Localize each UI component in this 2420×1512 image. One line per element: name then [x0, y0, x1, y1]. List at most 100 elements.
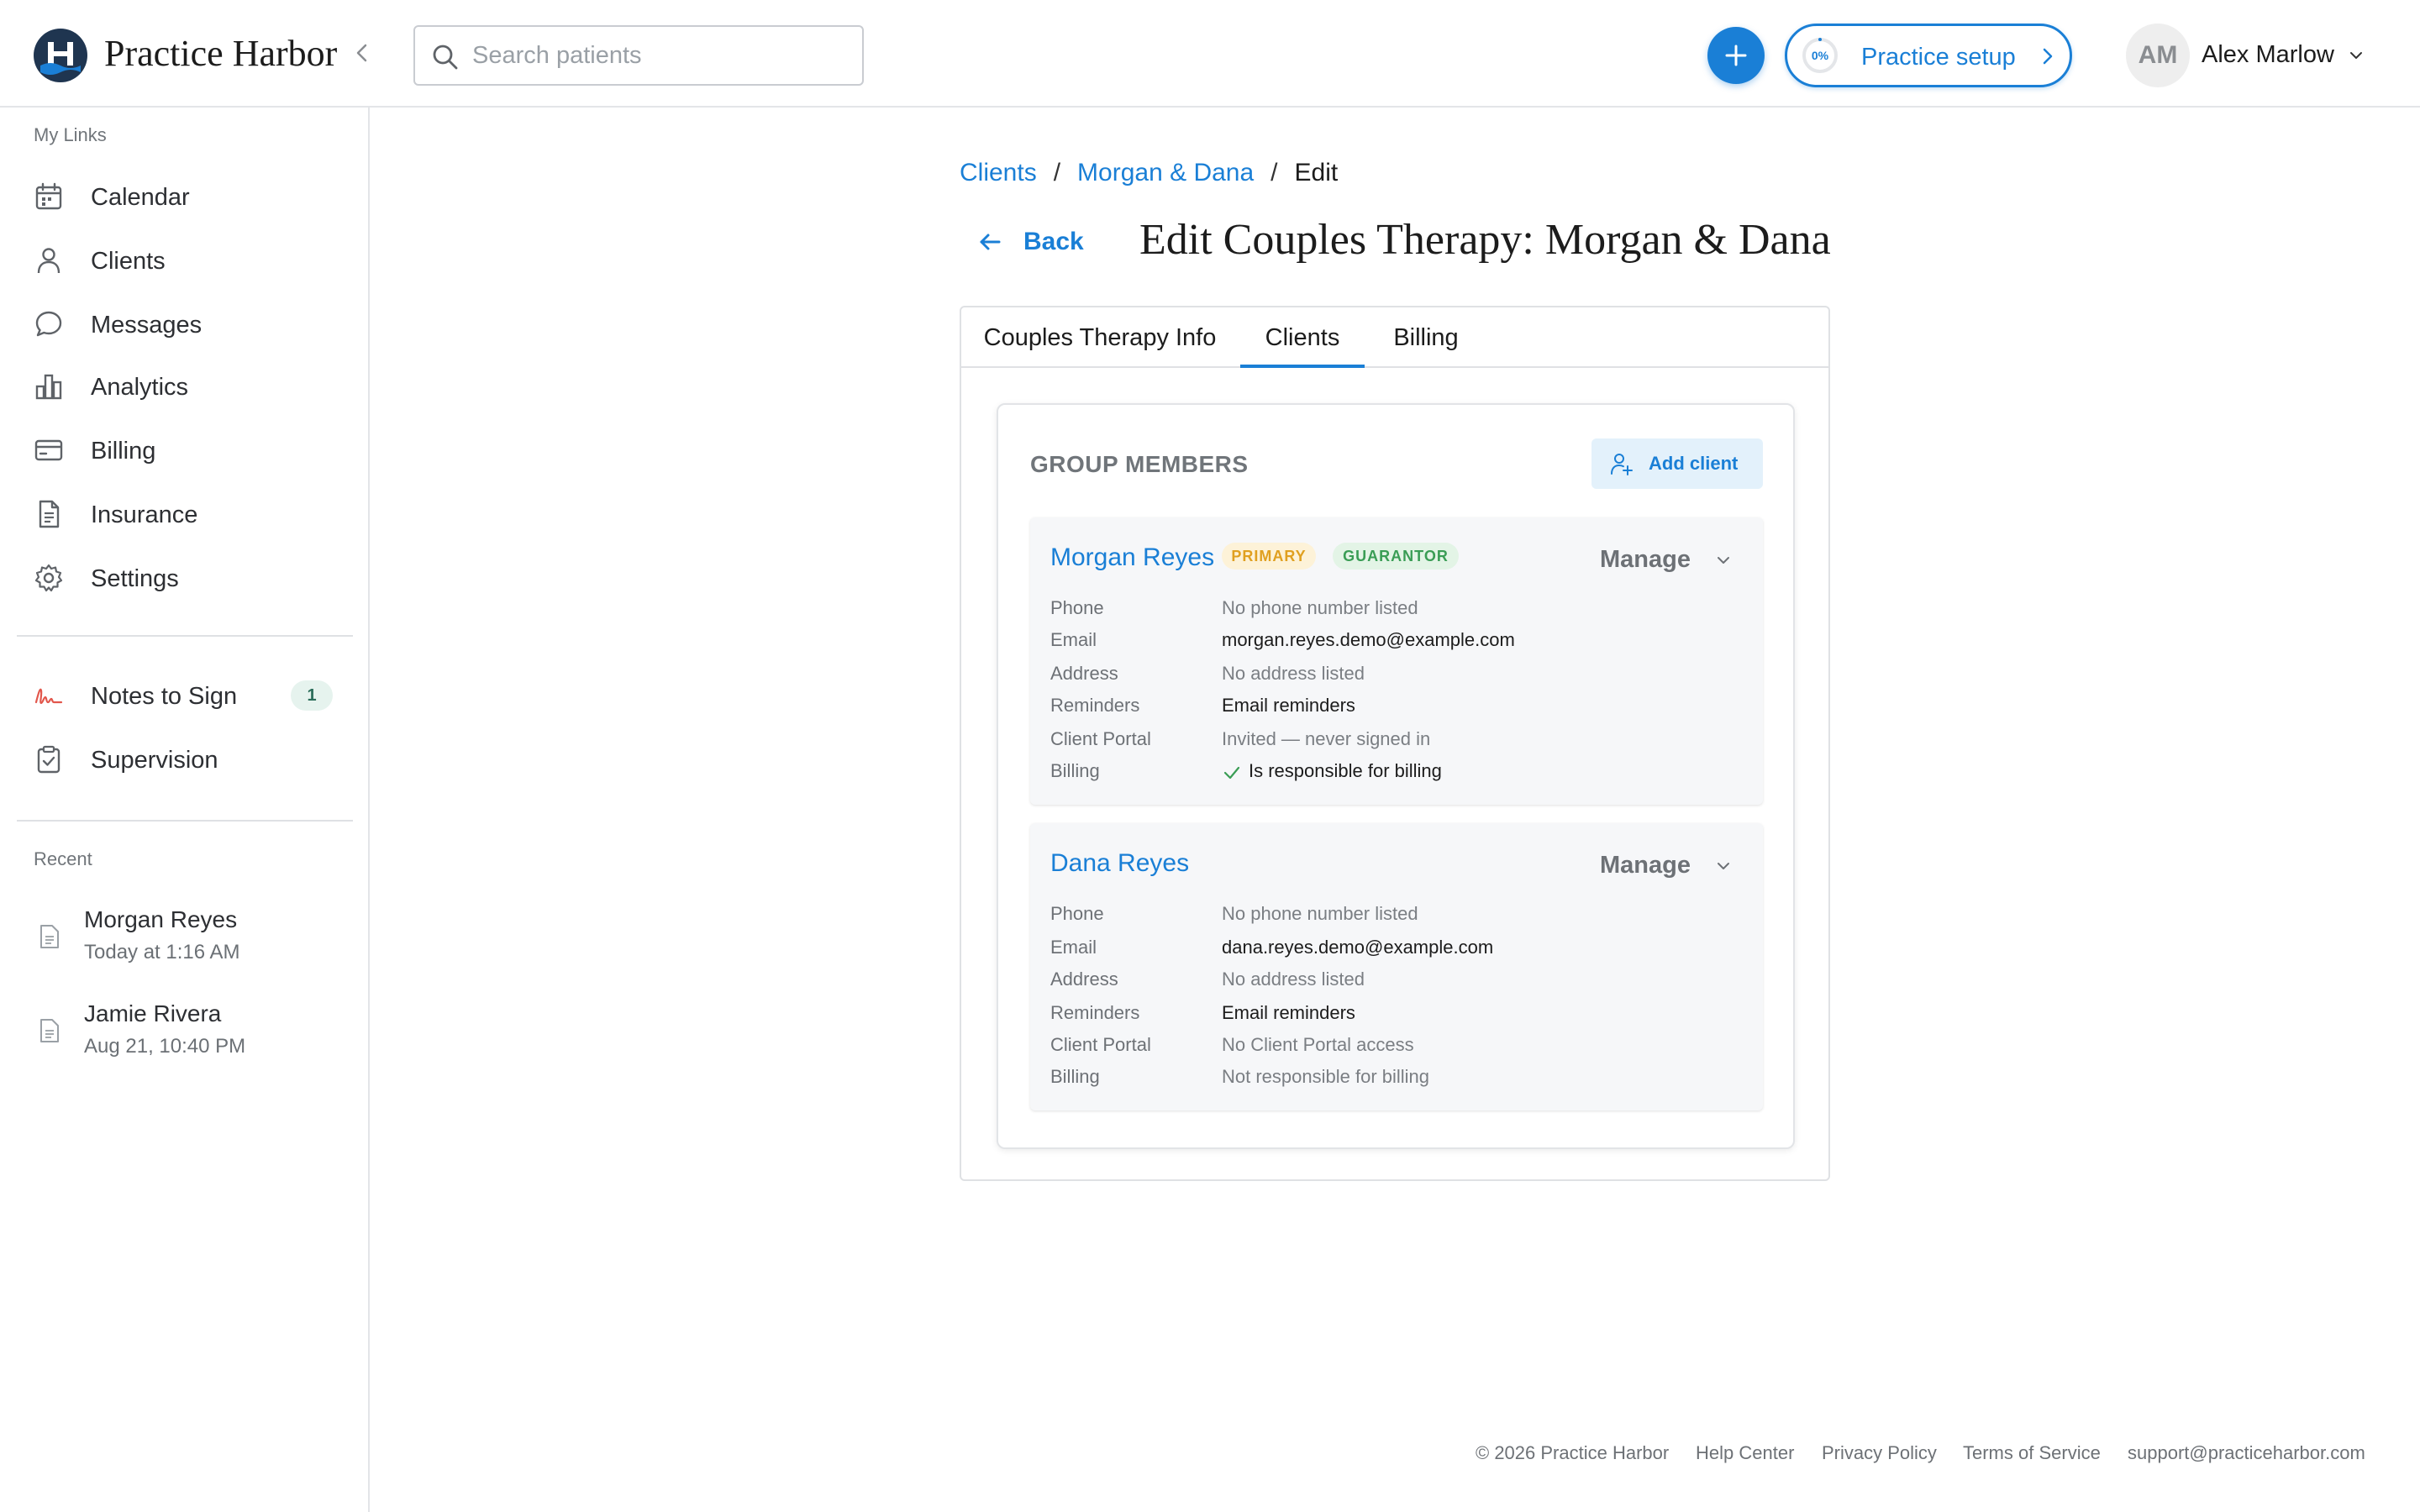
address-value: No address listed — [1222, 969, 1365, 990]
chevron-down-icon — [1718, 557, 1729, 564]
sidebar-item-label: Messages — [91, 312, 203, 339]
sidebar-item-label: Calendar — [91, 184, 190, 211]
search-icon — [433, 45, 458, 70]
recent-item-title: Morgan Reyes — [84, 906, 238, 932]
document-icon — [40, 1019, 59, 1042]
add-user-icon — [1611, 454, 1633, 475]
back-label: Back — [1023, 228, 1084, 255]
phone-label: Phone — [1050, 903, 1104, 924]
practice-setup-button[interactable]: 0% Practice setup — [1785, 24, 2072, 87]
document-icon — [40, 925, 59, 948]
user-name[interactable]: Alex Marlow — [2202, 40, 2334, 69]
footer-privacy-link[interactable]: Privacy Policy — [1822, 1441, 1937, 1465]
page-title: Edit Couples Therapy: Morgan & Dana — [1139, 216, 1831, 264]
portal-label: Client Portal — [1050, 728, 1151, 749]
setup-label: Practice setup — [1861, 44, 2016, 71]
reminders-value: Email reminders — [1222, 1002, 1355, 1023]
address-label: Address — [1050, 663, 1118, 684]
breadcrumb-group-link[interactable]: Morgan & Dana — [1077, 159, 1254, 186]
phone-value: No phone number listed — [1222, 597, 1418, 618]
bar-chart-icon — [35, 374, 62, 400]
footer-terms-link[interactable]: Terms of Service — [1963, 1441, 2101, 1465]
create-new-button[interactable] — [1707, 27, 1765, 84]
primary-tag: PRIMARY — [1222, 543, 1316, 570]
tab-bar: Couples Therapy Info Clients Billing — [961, 307, 1828, 368]
portal-value: No Client Portal access — [1222, 1034, 1414, 1055]
recent-item-title: Jamie Rivera — [84, 1000, 222, 1026]
tab-couples-therapy-info[interactable]: Couples Therapy Info — [961, 307, 1239, 368]
setup-progress-value: 0% — [1811, 49, 1829, 62]
sidebar-item-label: Settings — [91, 565, 179, 592]
search-box — [413, 25, 864, 86]
sidebar-item-label: Clients — [91, 248, 166, 275]
member-name-link[interactable]: Dana Reyes — [1050, 848, 1189, 879]
chevron-down-icon — [1718, 863, 1729, 869]
add-client-button[interactable]: Add client — [1591, 438, 1763, 489]
breadcrumb-separator: / — [1053, 159, 1061, 186]
sidebar-item-label: Supervision — [91, 747, 218, 774]
sidebar-item-label: Analytics — [91, 374, 189, 401]
footer-copyright: © 2026 Practice Harbor — [1476, 1442, 1670, 1463]
recent-item-time: Aug 21, 10:40 PM — [84, 1035, 246, 1058]
sidebar-item-notes-to-sign[interactable]: Notes to Sign 1 — [34, 670, 353, 721]
sidebar-item-settings[interactable]: Settings — [34, 553, 353, 603]
sidebar-item-messages[interactable]: Messages — [34, 299, 353, 349]
member-card: Morgan Reyes PRIMARY GUARANTOR Manage Ph… — [1030, 517, 1763, 805]
arrow-left-icon — [980, 234, 1001, 250]
guarantor-tag: GUARANTOR — [1333, 543, 1459, 570]
manage-dropdown[interactable]: Manage — [1600, 848, 1734, 882]
sidebar-divider — [17, 635, 353, 637]
brand-name: Practice Harbor — [104, 33, 338, 74]
group-members-card: GROUP MEMBERS Add client Morgan Reyes PR… — [997, 403, 1795, 1149]
breadcrumb-current: Edit — [1294, 159, 1339, 186]
footer-help-link[interactable]: Help Center — [1696, 1441, 1794, 1465]
billing-value: Not responsible for billing — [1222, 1066, 1430, 1087]
collapse-sidebar-icon[interactable] — [348, 39, 376, 67]
sidebar-item-calendar[interactable]: Calendar — [34, 171, 353, 222]
member-name-link[interactable]: Morgan Reyes — [1050, 543, 1214, 573]
tab-billing[interactable]: Billing — [1368, 307, 1484, 368]
chevron-right-icon — [2043, 48, 2053, 65]
signature-icon — [34, 688, 63, 705]
group-members-heading: GROUP MEMBERS — [1030, 451, 1249, 477]
edit-panel: Couples Therapy Info Clients Billing GRO… — [960, 306, 1830, 1181]
recent-item[interactable]: Jamie Rivera Aug 21, 10:40 PM — [34, 1000, 353, 1075]
user-avatar[interactable]: AM — [2126, 24, 2190, 87]
clipboard-check-icon — [37, 745, 60, 774]
sidebar-item-supervision[interactable]: Supervision — [34, 734, 353, 785]
address-label: Address — [1050, 969, 1118, 990]
document-icon — [39, 500, 60, 528]
sidebar-item-analytics[interactable]: Analytics — [34, 361, 353, 412]
plus-icon — [1725, 45, 1747, 66]
harbor-logo[interactable] — [34, 29, 87, 82]
portal-value: Invited — never signed in — [1222, 728, 1431, 749]
billing-value: Is responsible for billing — [1249, 760, 1442, 781]
sidebar-item-billing[interactable]: Billing — [34, 425, 353, 475]
chevron-down-icon[interactable] — [2346, 45, 2366, 66]
sidebar-item-label: Notes to Sign — [91, 683, 238, 710]
breadcrumb-separator: / — [1270, 159, 1278, 186]
manage-label: Manage — [1600, 852, 1691, 879]
reminders-label: Reminders — [1050, 1002, 1140, 1023]
recent-heading: Recent — [34, 848, 92, 869]
manage-label: Manage — [1600, 546, 1691, 573]
calendar-icon — [35, 182, 62, 210]
sidebar-item-label: Insurance — [91, 501, 198, 528]
gear-icon — [34, 564, 63, 592]
recent-item[interactable]: Morgan Reyes Today at 1:16 AM — [34, 906, 353, 981]
checkmark-icon — [1223, 766, 1240, 780]
sidebar-item-insurance[interactable]: Insurance — [34, 489, 353, 539]
email-label: Email — [1050, 629, 1097, 650]
member-card: Dana Reyes Manage Phone No phone number … — [1030, 823, 1763, 1110]
chat-bubble-icon — [35, 311, 62, 337]
breadcrumb-clients-link[interactable]: Clients — [960, 159, 1037, 186]
sidebar-item-clients[interactable]: Clients — [34, 235, 353, 286]
manage-dropdown[interactable]: Manage — [1600, 543, 1734, 576]
tab-clients[interactable]: Clients — [1240, 307, 1365, 368]
reminders-value: Email reminders — [1222, 695, 1355, 716]
footer-support-email[interactable]: support@practiceharbor.com — [2128, 1441, 2365, 1465]
search-input[interactable] — [472, 37, 850, 74]
recent-item-time: Today at 1:16 AM — [84, 941, 240, 963]
credit-card-icon — [34, 439, 63, 461]
breadcrumb: Clients / Morgan & Dana / Edit — [960, 158, 1338, 188]
